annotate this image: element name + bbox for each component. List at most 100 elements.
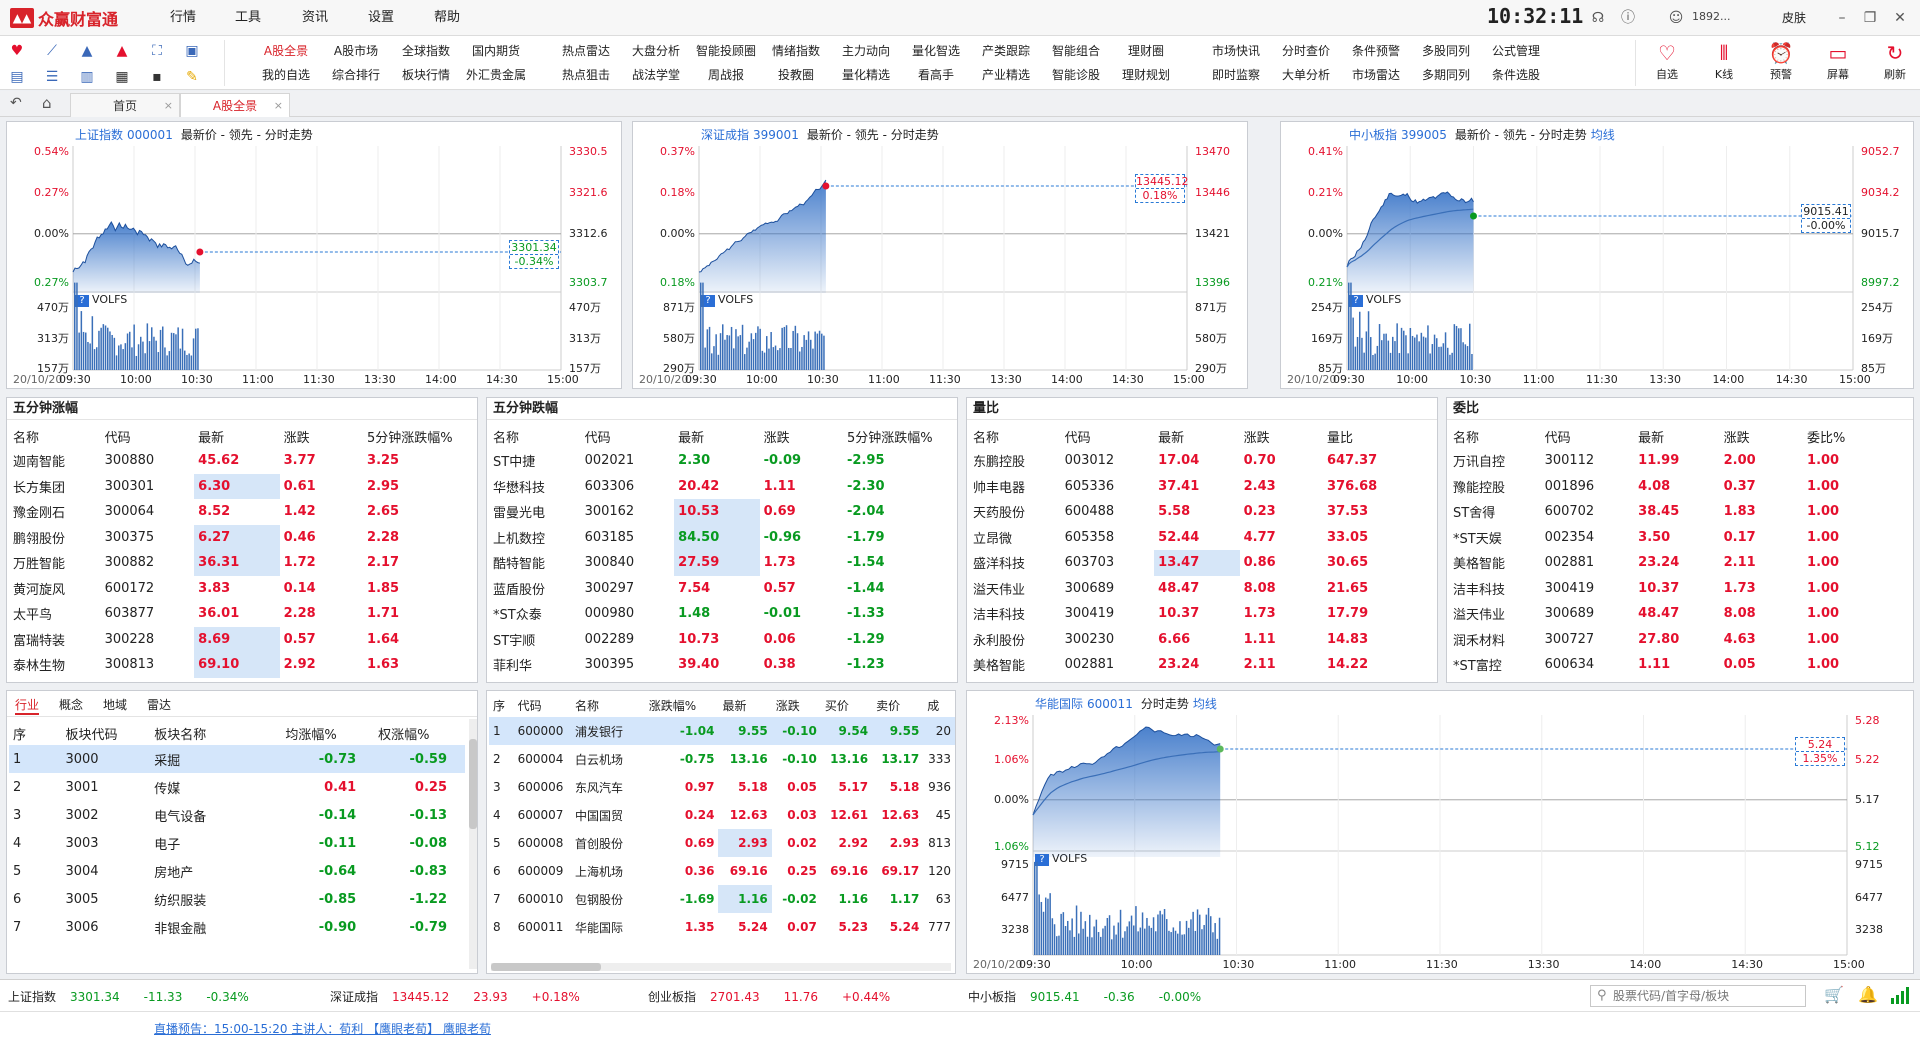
- user-avatar-icon[interactable]: ☺: [1666, 8, 1686, 28]
- toolbar-link[interactable]: 周战报: [690, 64, 762, 86]
- save-icon[interactable]: ▤: [4, 66, 30, 88]
- menu-tools[interactable]: 工具: [235, 0, 261, 36]
- table-row[interactable]: 2 600004 白云机场 -0.75 13.16 -0.10 13.16 13.17 333: [489, 745, 955, 773]
- table-row[interactable]: 鹏翎股份 300375 6.27 0.46 2.28: [9, 524, 475, 550]
- toolbar-link[interactable]: 主力动向: [830, 40, 902, 62]
- column-header[interactable]: 代码: [514, 693, 571, 717]
- column-header[interactable]: 买价: [821, 693, 872, 717]
- toolbar-link[interactable]: 大单分析: [1270, 64, 1342, 86]
- column-header[interactable]: 涨跌幅%: [645, 693, 719, 717]
- table-row[interactable]: 5 3004 房地产 -0.64 -0.83: [9, 857, 465, 885]
- toolbar-link[interactable]: 智能组合: [1040, 40, 1112, 62]
- table-row[interactable]: 溢天伟业 300689 48.47 8.08 21.65: [969, 576, 1435, 602]
- toolbar-link[interactable]: 我的自选: [250, 64, 322, 86]
- column-header[interactable]: 板块代码: [61, 721, 150, 745]
- toolbar-link[interactable]: 理财圈: [1110, 40, 1182, 62]
- toolbar-link[interactable]: 理财规划: [1110, 64, 1182, 86]
- column-header[interactable]: 序: [489, 693, 514, 717]
- toolbar-link[interactable]: 产业精选: [970, 64, 1042, 86]
- toolbar-link[interactable]: 情绪指数: [760, 40, 832, 62]
- table-row[interactable]: 3 600006 东风汽车 0.97 5.18 0.05 5.17 5.18 936: [489, 773, 955, 801]
- toolbar-kline-button[interactable]: ⫴ K线: [1699, 40, 1749, 82]
- table-row[interactable]: 洁丰科技 300419 10.37 1.73 17.79: [969, 601, 1435, 627]
- table-row[interactable]: 7 600010 包钢股份 -1.69 1.16 -0.02 1.16 1.17 63: [489, 885, 955, 913]
- table-row[interactable]: 帅丰电器 605336 37.41 2.43 376.68: [969, 474, 1435, 500]
- column-header[interactable]: 涨跌: [760, 424, 843, 448]
- column-header[interactable]: 名称: [571, 693, 645, 717]
- column-header[interactable]: 涨跌: [280, 424, 363, 448]
- warn-icon[interactable]: ▲: [109, 40, 135, 62]
- column-header[interactable]: 权涨幅%: [374, 721, 465, 745]
- table-row[interactable]: ST宇顺 002289 10.73 0.06 -1.29: [489, 627, 955, 653]
- grid-icon[interactable]: ▥: [74, 66, 100, 88]
- table-row[interactable]: 菲利华 300395 39.40 0.38 -1.23: [489, 652, 955, 678]
- toolbar-link[interactable]: 条件选股: [1480, 64, 1552, 86]
- table-row[interactable]: 长方集团 300301 6.30 0.61 2.95: [9, 473, 475, 499]
- toolbar-link[interactable]: 市场快讯: [1200, 40, 1272, 62]
- toolbar-link[interactable]: 即时监察: [1200, 64, 1272, 86]
- toolbar-alarm-button[interactable]: ⏰ 预警: [1756, 40, 1806, 82]
- chart-canvas[interactable]: [967, 691, 1915, 975]
- toolbar-link[interactable]: 全球指数: [390, 40, 462, 62]
- table-row[interactable]: 东鹏控股 003012 17.04 0.70 647.37: [969, 448, 1435, 474]
- column-header[interactable]: 成: [923, 693, 955, 717]
- toolbar-link[interactable]: 外汇贵金属: [460, 64, 532, 86]
- column-header[interactable]: 最新: [194, 424, 279, 448]
- cart-icon[interactable]: 🛒: [1824, 985, 1844, 1004]
- toolbar-link[interactable]: 量化智选: [900, 40, 972, 62]
- column-header[interactable]: 名称: [1449, 424, 1541, 448]
- column-header[interactable]: 涨跌: [772, 693, 821, 717]
- toolbar-link[interactable]: 量化精选: [830, 64, 902, 86]
- table-row[interactable]: 太平鸟 603877 36.01 2.28 1.71: [9, 601, 475, 627]
- sector-scrollbar[interactable]: [469, 719, 477, 969]
- layout-icon[interactable]: ☰: [39, 66, 65, 88]
- disk-icon[interactable]: ▦: [109, 66, 135, 88]
- table-row[interactable]: 豫能控股 001896 4.08 0.37 1.00: [1449, 474, 1915, 500]
- table-row[interactable]: 盛洋科技 603703 13.47 0.86 30.65: [969, 550, 1435, 576]
- sector-tab[interactable]: 概念: [59, 696, 83, 713]
- table-row[interactable]: 4 600007 中国国贸 0.24 12.63 0.03 12.61 12.63 45: [489, 801, 955, 829]
- menu-news[interactable]: 资讯: [302, 0, 328, 36]
- toolbar-favorite-button[interactable]: ♡ 自选: [1642, 40, 1692, 82]
- column-header[interactable]: 委比%: [1803, 424, 1915, 448]
- toolbar-link[interactable]: A股市场: [320, 40, 392, 62]
- column-header[interactable]: 涨跌: [1240, 424, 1323, 448]
- table-row[interactable]: 万讯自控 300112 11.99 2.00 1.00: [1449, 448, 1915, 474]
- index-quote[interactable]: 创业板指 2701.43 11.76 +0.44%: [648, 988, 890, 1005]
- toolbar-link[interactable]: 板块行情: [390, 64, 462, 86]
- toolbar-link[interactable]: 智能投顾圈: [690, 40, 762, 62]
- table-row[interactable]: 豫金刚石 300064 8.52 1.42 2.65: [9, 499, 475, 525]
- minimize-icon[interactable]: –: [1832, 8, 1852, 28]
- column-header[interactable]: 最新: [674, 424, 759, 448]
- close-tab-icon[interactable]: ×: [164, 94, 173, 118]
- toolbar-link[interactable]: 多股同列: [1410, 40, 1482, 62]
- index-quote[interactable]: 中小板指 9015.41 -0.36 -0.00%: [968, 988, 1201, 1005]
- menu-help[interactable]: 帮助: [434, 0, 460, 36]
- search-input[interactable]: [1613, 987, 1803, 1005]
- maximize-icon[interactable]: ❐: [1860, 8, 1880, 28]
- tab-home[interactable]: 首页 ×: [70, 93, 180, 117]
- toolbar-refresh-button[interactable]: ↻ 刷新: [1870, 40, 1920, 82]
- table-row[interactable]: 4 3003 电子 -0.11 -0.08: [9, 829, 465, 857]
- close-tab-icon[interactable]: ×: [274, 94, 283, 118]
- toolbar-link[interactable]: 热点雷达: [550, 40, 622, 62]
- sector-tab[interactable]: 雷达: [147, 696, 171, 713]
- stock-hscrollbar[interactable]: [491, 963, 951, 971]
- table-row[interactable]: 天药股份 600488 5.58 0.23 37.53: [969, 499, 1435, 525]
- toolbar-link[interactable]: 热点狙击: [550, 64, 622, 86]
- table-row[interactable]: 润禾材料 300727 27.80 4.63 1.00: [1449, 627, 1915, 653]
- table-row[interactable]: 永利股份 300230 6.66 1.11 14.83: [969, 627, 1435, 653]
- toolbar-link[interactable]: 国内期货: [460, 40, 532, 62]
- table-row[interactable]: ST舍得 600702 38.45 1.83 1.00: [1449, 499, 1915, 525]
- chart-canvas[interactable]: [1281, 122, 1915, 390]
- headset-icon[interactable]: ☊: [1588, 8, 1608, 28]
- column-header[interactable]: 最新: [1154, 424, 1239, 448]
- table-row[interactable]: 8 600011 华能国际 1.35 5.24 0.07 5.23 5.24 777: [489, 913, 955, 941]
- toolbar-link[interactable]: 公式管理: [1480, 40, 1552, 62]
- column-header[interactable]: 最新: [1634, 424, 1719, 448]
- table-row[interactable]: 立昂微 605358 52.44 4.77 33.05: [969, 525, 1435, 551]
- pencil-icon[interactable]: ✎: [179, 66, 205, 88]
- column-header[interactable]: 名称: [9, 424, 101, 448]
- toolbar-link[interactable]: 市场雷达: [1340, 64, 1412, 86]
- table-row[interactable]: 溢天伟业 300689 48.47 8.08 1.00: [1449, 601, 1915, 627]
